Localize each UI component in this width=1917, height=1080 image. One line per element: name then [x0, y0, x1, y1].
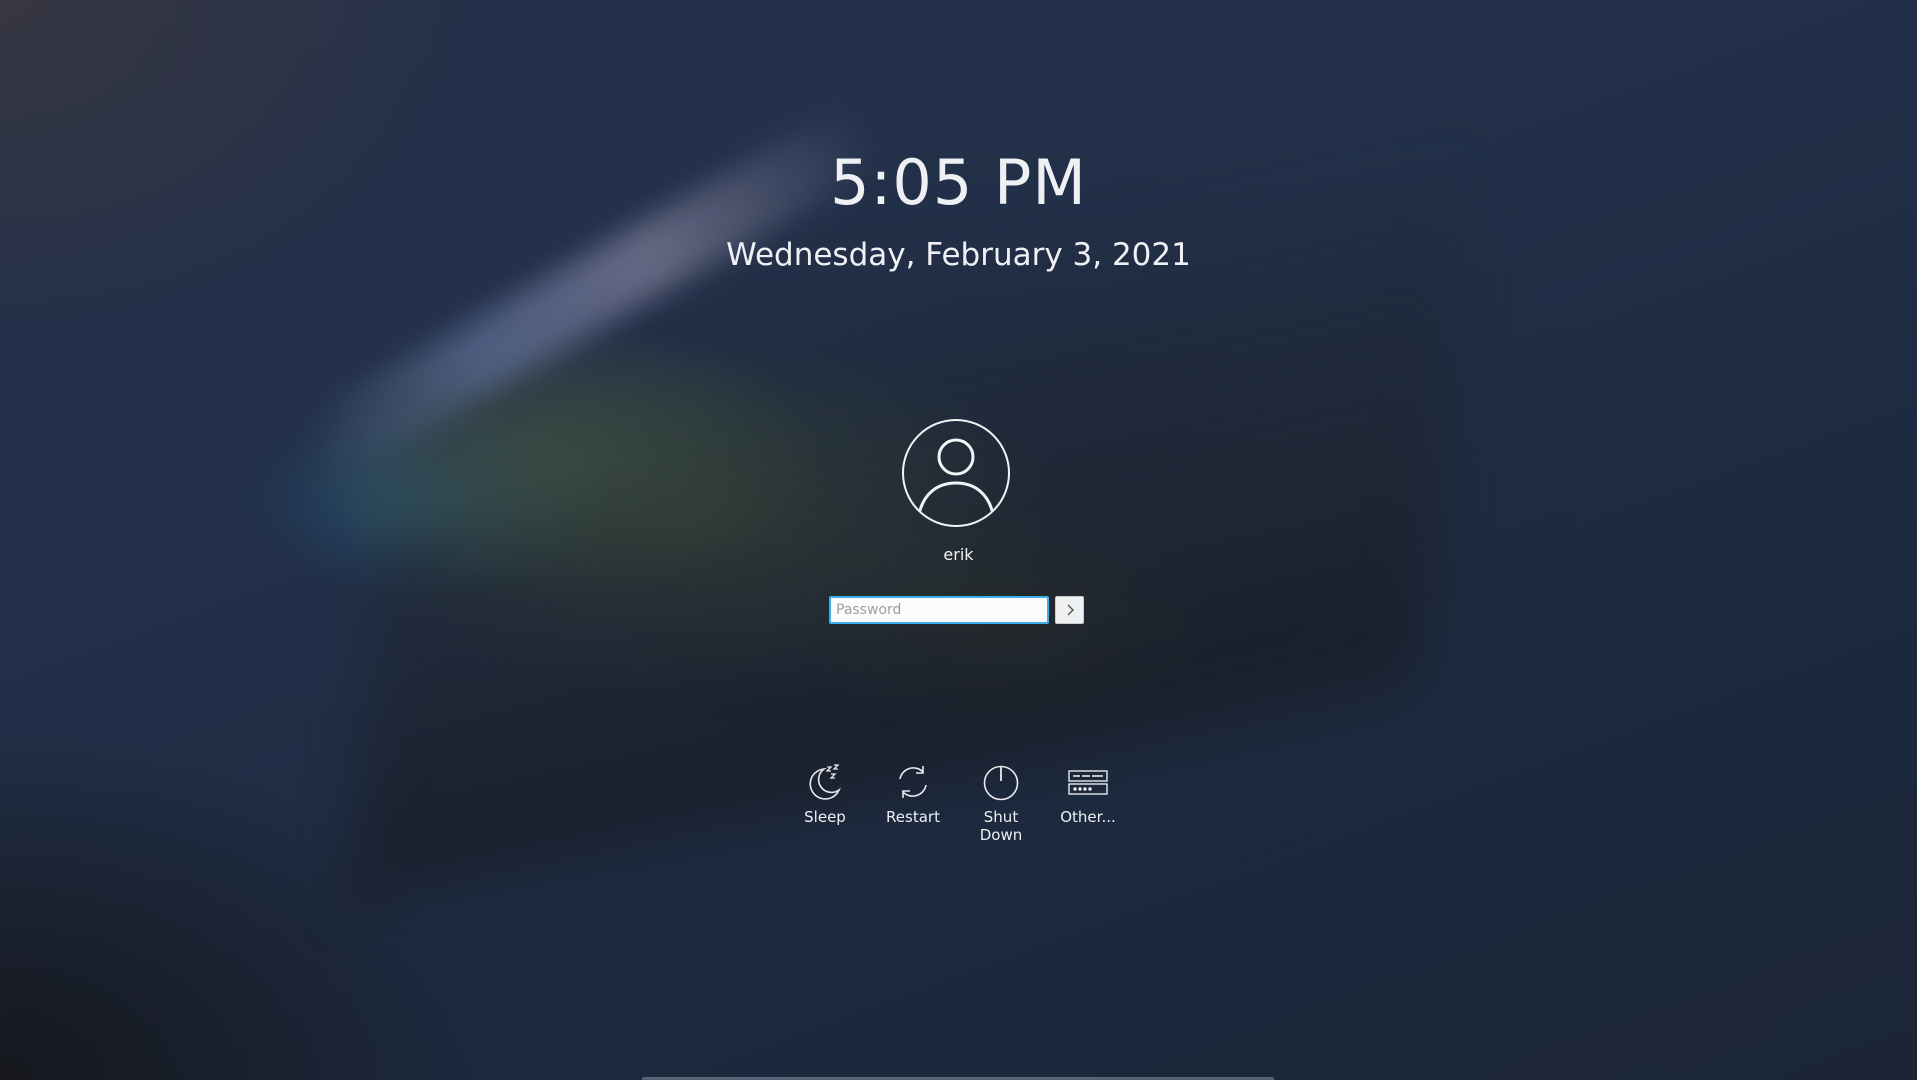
password-field[interactable] [829, 596, 1049, 624]
login-button[interactable] [1055, 596, 1084, 624]
user-avatar[interactable] [902, 419, 1010, 527]
username-label: erik [943, 545, 974, 564]
sleep-label: Sleep [804, 808, 846, 826]
shutdown-button[interactable]: Shut Down [961, 762, 1041, 844]
clock-date: Wednesday, February 3, 2021 [726, 237, 1191, 273]
restart-button[interactable]: Restart [873, 762, 953, 826]
shutdown-label: Shut Down [979, 808, 1023, 844]
user-avatar-icon [916, 438, 996, 520]
sleep-button[interactable]: Sleep [785, 762, 865, 826]
restart-label: Restart [886, 808, 940, 826]
lock-screen: 5:05 PM Wednesday, February 3, 2021 erik… [0, 0, 1917, 1080]
restart-icon [899, 766, 927, 798]
sleep-moon-icon [809, 764, 841, 800]
other-button[interactable]: Other... [1048, 762, 1128, 826]
chevron-right-icon [1067, 604, 1074, 616]
power-icon [983, 765, 1019, 801]
clock-time: 5:05 PM [830, 146, 1087, 219]
other-label: Other... [1060, 808, 1116, 826]
switch-user-icon [1068, 770, 1108, 795]
